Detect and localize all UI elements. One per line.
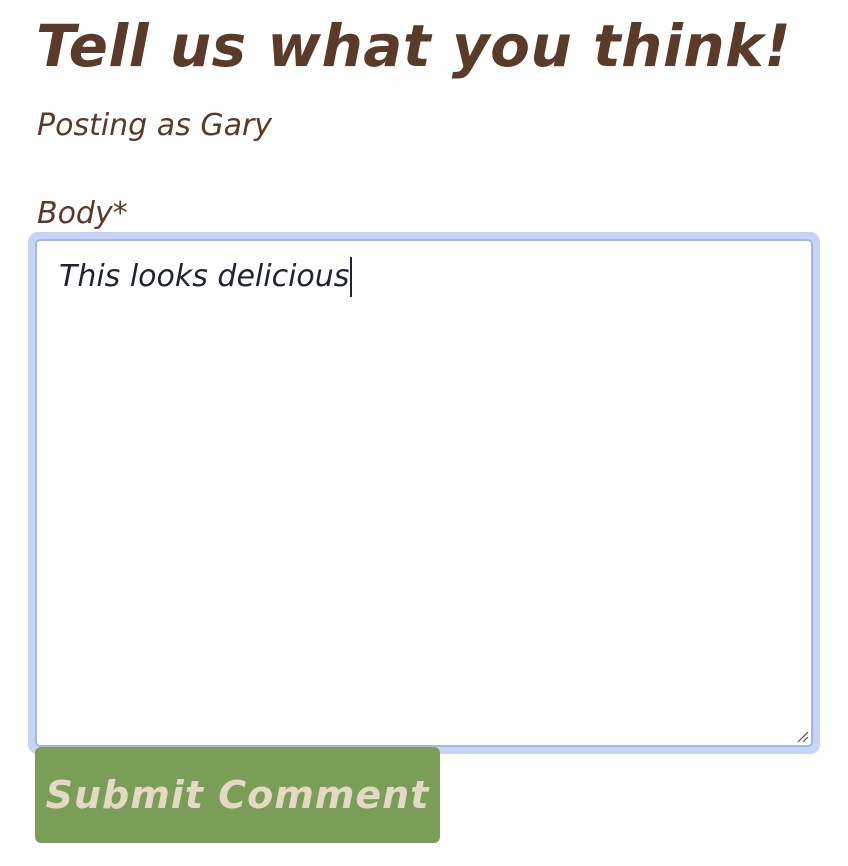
body-textarea-field[interactable]: This looks delicious <box>35 239 813 747</box>
body-textarea-text[interactable]: This looks delicious <box>59 257 353 297</box>
body-textarea-value: This looks delicious <box>59 259 350 294</box>
body-textarea[interactable]: This looks delicious <box>28 232 820 754</box>
text-caret <box>350 257 353 297</box>
page-title: Tell us what you think! <box>36 12 792 80</box>
body-label: Body* <box>37 196 128 231</box>
resize-grip-icon[interactable] <box>795 729 809 743</box>
posting-as-text: Posting as Gary <box>37 108 273 143</box>
submit-comment-button[interactable]: Submit Comment <box>35 747 440 843</box>
